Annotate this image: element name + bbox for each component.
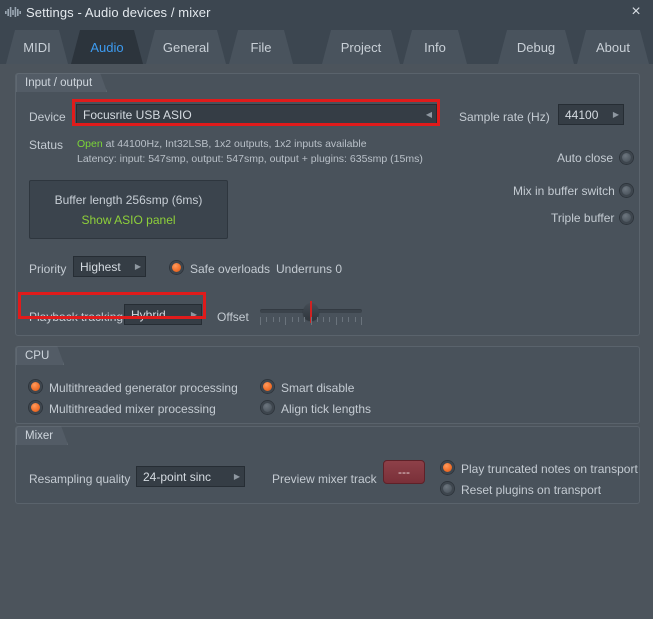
safe-overloads-label: Safe overloads [190,262,271,276]
tab-project[interactable]: Project [322,30,400,64]
reset-plugins-toggle[interactable] [441,482,454,495]
cpu-group-label: CPU [16,346,64,365]
playback-tracking-combo[interactable]: Hybrid ▶ [124,304,202,325]
status-line-1: Open at 44100Hz, Int32LSB, 1x2 outputs, … [77,138,367,150]
multithreaded-generator-label: Multithreaded generator processing [49,381,238,395]
cpu-group: CPU Multithreaded generator processing M… [15,346,640,424]
chevron-left-icon: ◀ [425,110,433,119]
mixer-group-label: Mixer [16,426,68,445]
safe-overloads-toggle[interactable] [170,261,183,274]
mix-in-buffer-switch-toggle[interactable] [620,184,633,197]
buffer-length-label: Buffer length 256smp (6ms) [54,192,203,207]
status-detail-text: at 44100Hz, Int32LSB, 1x2 outputs, 1x2 i… [102,138,367,150]
tab-debug[interactable]: Debug [498,30,574,64]
auto-close-label: Auto close [557,151,614,165]
playback-tracking-label: Playback tracking [29,310,124,324]
offset-label: Offset [217,310,249,324]
tab-file[interactable]: File [229,30,293,64]
priority-combo[interactable]: Highest ▶ [73,256,146,277]
device-label: Device [29,110,66,124]
smart-disable-label: Smart disable [281,381,355,395]
buffer-length-box[interactable]: Buffer length 256smp (6ms) Show ASIO pan… [29,180,228,239]
resampling-quality-value: 24-point sinc [143,469,212,484]
multithreaded-generator-toggle[interactable] [29,380,42,393]
sample-rate-combo[interactable]: 44100 ▶ [558,104,624,125]
chevron-right-icon: ▶ [134,262,142,271]
preview-mixer-track-value[interactable]: --- [383,460,425,484]
chevron-right-icon: ▶ [233,472,241,481]
resampling-quality-label: Resampling quality [29,472,131,486]
triple-buffer-toggle[interactable] [620,211,633,224]
status-label: Status [29,138,64,152]
multithreaded-mixer-label: Multithreaded mixer processing [49,402,216,416]
priority-value: Highest [80,259,121,274]
settings-tabstrip: MIDI Audio General File Project Info Deb… [0,24,653,64]
play-truncated-notes-toggle[interactable] [441,461,454,474]
input-output-group-label: Input / output [16,73,107,92]
smart-disable-toggle[interactable] [261,380,274,393]
sample-rate-value: 44100 [565,107,599,122]
mixer-group: Mixer Resampling quality 24-point sinc ▶… [15,426,640,504]
preview-mixer-track-label: Preview mixer track [272,472,377,486]
offset-slider[interactable] [260,301,362,329]
window-title: Settings - Audio devices / mixer [26,4,211,20]
audio-settings-page: Input / output Device Focusrite USB ASIO… [0,64,653,619]
tab-general[interactable]: General [146,30,226,64]
playback-tracking-value: Hybrid [131,307,166,322]
mix-in-buffer-switch-label: Mix in buffer switch [513,184,615,198]
input-output-group: Input / output Device Focusrite USB ASIO… [15,73,640,336]
chevron-right-icon: ▶ [612,110,620,119]
sample-rate-label: Sample rate (Hz) [459,110,550,124]
tab-midi[interactable]: MIDI [6,30,68,64]
tab-audio[interactable]: Audio [71,30,143,64]
resampling-quality-combo[interactable]: 24-point sinc ▶ [136,466,245,487]
align-tick-lengths-label: Align tick lengths [281,402,372,416]
tab-about[interactable]: About [577,30,649,64]
triple-buffer-label: Triple buffer [551,211,615,225]
device-combo-value: Focusrite USB ASIO [83,107,192,122]
window-titlebar: Settings - Audio devices / mixer × [0,0,653,24]
auto-close-toggle[interactable] [620,151,633,164]
align-tick-lengths-toggle[interactable] [261,401,274,414]
offset-slider-ticks [260,317,362,326]
status-line-2: Latency: input: 547smp, output: 547smp, … [77,153,423,165]
tab-info[interactable]: Info [403,30,467,64]
underruns-readout: Underruns 0 [276,262,343,276]
status-open-text: Open [77,138,103,150]
reset-plugins-label: Reset plugins on transport [461,483,602,497]
chevron-right-icon: ▶ [190,310,198,319]
play-truncated-notes-label: Play truncated notes on transport [461,462,638,476]
close-icon[interactable]: × [627,3,645,21]
multithreaded-mixer-toggle[interactable] [29,401,42,414]
device-combo[interactable]: Focusrite USB ASIO ◀ [76,104,437,125]
priority-label: Priority [29,262,67,276]
waveform-icon [4,4,22,20]
show-asio-panel-link[interactable]: Show ASIO panel [81,213,175,227]
